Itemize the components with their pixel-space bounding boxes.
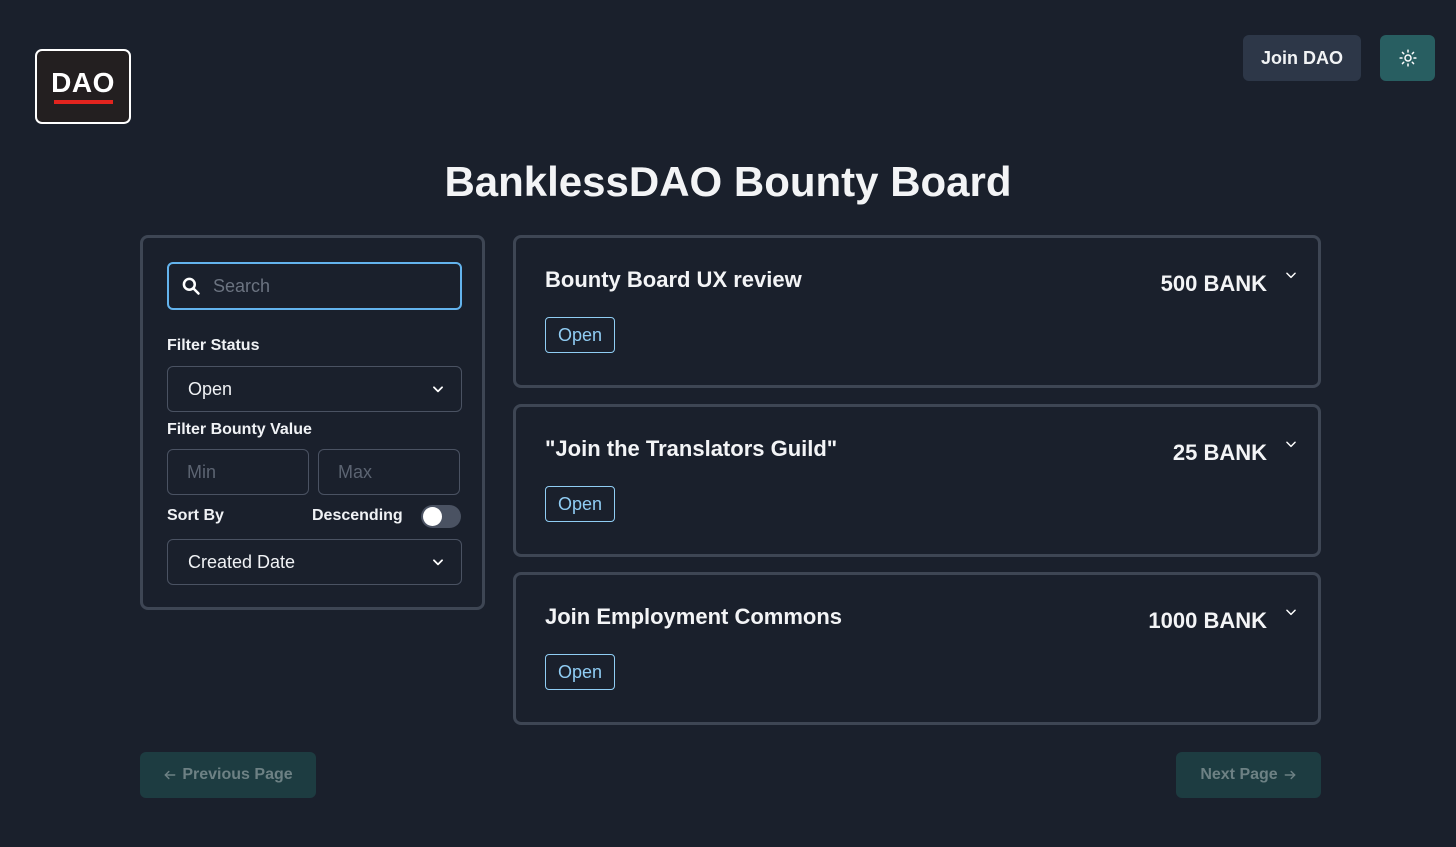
status-badge: Open: [545, 486, 616, 522]
search-icon: [182, 277, 200, 295]
bounty-title: "Join the Translators Guild": [545, 436, 838, 461]
toggle-knob: [423, 507, 442, 526]
descending-label: Descending: [312, 507, 403, 524]
previous-page-button[interactable]: Previous Page: [140, 752, 316, 798]
filter-panel: Filter Status Open Filter Bounty Value S…: [140, 235, 485, 610]
bounty-amount: 1000 BANK: [1148, 608, 1267, 633]
min-value-input[interactable]: [167, 449, 309, 495]
filter-bounty-value-label: Filter Bounty Value: [167, 421, 312, 438]
bounty-title: Bounty Board UX review: [545, 267, 802, 292]
chevron-down-icon[interactable]: [1284, 268, 1298, 282]
filter-status-label: Filter Status: [167, 337, 260, 354]
status-select[interactable]: Open: [167, 366, 462, 412]
chevron-down-icon[interactable]: [1284, 605, 1298, 619]
bounty-card[interactable]: Bounty Board UX review 500 BANK Open: [513, 235, 1321, 388]
previous-page-label: Previous Page: [182, 766, 293, 783]
chevron-down-icon: [433, 386, 443, 393]
search-field[interactable]: [167, 262, 462, 310]
bounty-card[interactable]: "Join the Translators Guild" 25 BANK Ope…: [513, 404, 1321, 557]
status-badge: Open: [545, 654, 616, 690]
bounty-amount: 500 BANK: [1160, 271, 1267, 296]
bounty-amount: 25 BANK: [1172, 440, 1267, 465]
arrow-right-icon: [1284, 770, 1296, 780]
logo-text: DAO: [51, 67, 115, 98]
page-title: BanklessDAO Bounty Board: [444, 158, 1012, 205]
status-select-value: Open: [188, 378, 233, 399]
max-value-input[interactable]: [318, 449, 460, 495]
logo-underline: [53, 100, 113, 104]
dao-logo[interactable]: DAO: [35, 49, 131, 124]
search-input[interactable]: [213, 275, 443, 297]
next-page-label: Next Page: [1200, 766, 1278, 783]
bounty-title: Join Employment Commons: [545, 604, 843, 629]
sort-select-value: Created Date: [188, 551, 296, 572]
arrow-left-icon: [164, 770, 176, 780]
chevron-down-icon[interactable]: [1284, 437, 1298, 451]
status-badge: Open: [545, 317, 616, 353]
join-dao-button[interactable]: Join DAO: [1243, 35, 1361, 81]
descending-toggle[interactable]: [421, 505, 461, 528]
sort-by-label: Sort By: [167, 507, 224, 524]
theme-toggle-button[interactable]: [1380, 35, 1435, 81]
sun-icon: [1398, 49, 1417, 67]
bounty-card[interactable]: Join Employment Commons 1000 BANK Open: [513, 572, 1321, 725]
chevron-down-icon: [433, 559, 443, 566]
sort-select[interactable]: Created Date: [167, 539, 462, 585]
next-page-button[interactable]: Next Page: [1176, 752, 1321, 798]
